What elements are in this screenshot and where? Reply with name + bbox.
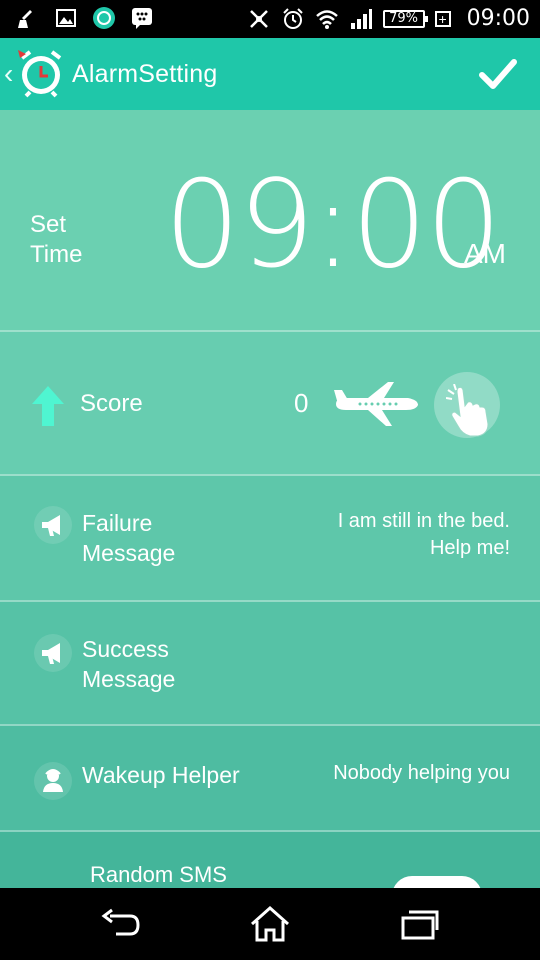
settings-list: Set Time 09:00 AM Score 0 Failure Messag… bbox=[0, 110, 540, 888]
app-title: AlarmSetting bbox=[72, 60, 218, 88]
nfc-off-icon bbox=[249, 9, 268, 28]
signal-icon bbox=[350, 8, 372, 29]
success-message-title: Success Message bbox=[82, 634, 175, 694]
system-icons: 79% + 09:00 bbox=[247, 6, 530, 31]
alarm-time[interactable]: 09:00 bbox=[164, 156, 502, 295]
success-message-title-line2: Message bbox=[82, 666, 176, 692]
score-row[interactable]: Score 0 bbox=[0, 332, 540, 476]
wakeup-helper-title: Wakeup Helper bbox=[82, 762, 240, 788]
random-sms-title: Random SMS bbox=[90, 862, 227, 887]
status-bar: 79% + 09:00 bbox=[0, 0, 540, 38]
failure-message-title: Failure Message bbox=[82, 508, 175, 568]
broom-icon bbox=[18, 10, 32, 28]
bbm-icon bbox=[132, 8, 152, 29]
megaphone-icon bbox=[34, 634, 72, 672]
home-nav-icon[interactable] bbox=[248, 904, 292, 944]
status-time: 09:00 bbox=[466, 6, 530, 31]
image-icon bbox=[56, 9, 76, 27]
airplane-icon bbox=[334, 382, 418, 426]
wakeup-helper-value: Nobody helping you bbox=[333, 762, 510, 784]
set-time-label: Set Time bbox=[30, 210, 82, 270]
failure-message-row[interactable]: Failure Message I am still in the bed. H… bbox=[0, 476, 540, 602]
navigation-bar bbox=[0, 888, 540, 960]
notification-icons bbox=[16, 6, 154, 30]
success-message-title-line1: Success bbox=[82, 636, 169, 662]
timer-app-icon bbox=[93, 7, 115, 29]
up-arrow-icon bbox=[32, 386, 64, 426]
megaphone-icon bbox=[34, 506, 72, 544]
recent-apps-icon[interactable] bbox=[400, 908, 440, 942]
battery-icon: 79% bbox=[382, 9, 428, 28]
app-bar: ‹ AlarmSetting bbox=[0, 38, 540, 110]
failure-message-title-line2: Message bbox=[82, 540, 176, 566]
wifi-icon bbox=[315, 9, 338, 29]
chevron-left-icon[interactable]: ‹ bbox=[4, 58, 13, 90]
person-icon bbox=[34, 762, 72, 800]
score-value: 0 bbox=[294, 388, 309, 418]
wakeup-helper-row[interactable]: Wakeup Helper Nobody helping you bbox=[0, 726, 540, 832]
random-sms-row[interactable]: Random SMS bbox=[0, 832, 540, 888]
back-nav-icon[interactable] bbox=[100, 908, 142, 942]
alarm-clock-logo-icon[interactable] bbox=[16, 48, 66, 98]
score-label: Score bbox=[80, 390, 143, 417]
checkmark-icon[interactable] bbox=[478, 54, 518, 94]
random-sms-toggle[interactable] bbox=[392, 876, 482, 888]
set-time-label-line1: Set bbox=[30, 211, 67, 238]
failure-message-title-line1: Failure bbox=[82, 510, 153, 536]
tap-hand-icon bbox=[446, 384, 489, 437]
alarm-clock-icon bbox=[282, 7, 303, 29]
am-pm-indicator: AM bbox=[464, 238, 506, 269]
set-time-row[interactable]: Set Time 09:00 AM bbox=[0, 110, 540, 332]
plus-box-icon: + bbox=[434, 10, 451, 27]
battery-level: 79% bbox=[389, 11, 419, 26]
failure-message-value-line1: I am still in the bed. bbox=[337, 510, 510, 532]
failure-message-value-line2: Help me! bbox=[429, 537, 510, 559]
set-time-label-line2: Time bbox=[30, 241, 83, 268]
success-message-row[interactable]: Success Message bbox=[0, 602, 540, 726]
failure-message-value: I am still in the bed. Help me! bbox=[338, 508, 510, 562]
